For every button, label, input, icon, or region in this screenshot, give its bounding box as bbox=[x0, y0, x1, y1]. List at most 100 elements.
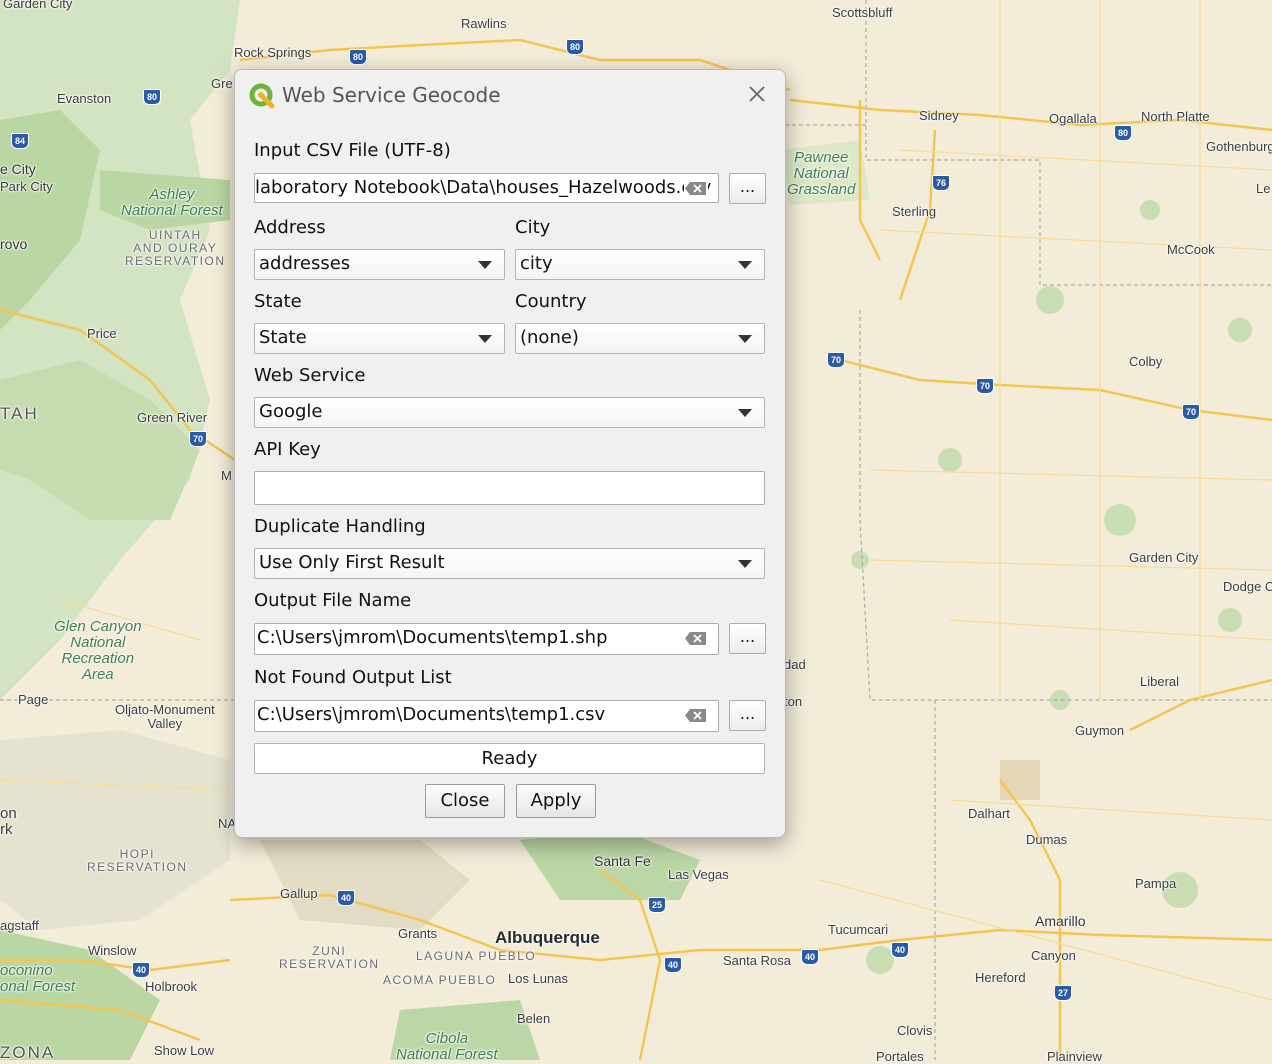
map-label: Dalhart bbox=[968, 806, 1010, 821]
country-label: Country bbox=[515, 291, 587, 312]
interstate-shield: 70 bbox=[827, 352, 845, 368]
qgis-logo-icon bbox=[249, 83, 275, 109]
map-label: Tucumcari bbox=[828, 922, 889, 937]
interstate-shield: 80 bbox=[1114, 125, 1132, 141]
close-button[interactable]: Close bbox=[425, 784, 505, 818]
map-label: Santa Rosa bbox=[723, 953, 791, 968]
map-label: ZUNI RESERVATION bbox=[279, 944, 380, 971]
map-label: Gothenburg bbox=[1206, 139, 1272, 154]
interstate-shield: 40 bbox=[132, 962, 150, 978]
input-csv-field[interactable]: laboratory Notebook\Data\houses_Hazelwoo… bbox=[254, 173, 719, 203]
dialog-title: Web Service Geocode bbox=[282, 83, 501, 107]
map-label: Pampa bbox=[1135, 876, 1177, 891]
interstate-shield: 40 bbox=[664, 957, 682, 973]
interstate-shield: 70 bbox=[1182, 404, 1200, 420]
city-select-value: city bbox=[520, 253, 553, 274]
address-label: Address bbox=[254, 217, 326, 238]
map-label: Garden City bbox=[1129, 550, 1199, 565]
map-label: agstaff bbox=[0, 918, 39, 933]
map-label: Hereford bbox=[975, 970, 1026, 985]
map-label: Gallup bbox=[280, 886, 318, 901]
map-label: Holbrook bbox=[145, 979, 198, 994]
map-label: Los Lunas bbox=[508, 971, 568, 986]
interstate-shield: 76 bbox=[932, 175, 950, 191]
map-label: Canyon bbox=[1031, 948, 1076, 963]
duplicate-handling-value: Use Only First Result bbox=[259, 552, 445, 573]
map-label: Glen Canyon National Recreation Area bbox=[54, 618, 142, 683]
duplicate-handling-select[interactable]: Use Only First Result bbox=[254, 548, 765, 579]
map-label: Evanston bbox=[57, 91, 112, 106]
api-key-label: API Key bbox=[254, 439, 321, 460]
map-label: Guymon bbox=[1075, 723, 1125, 738]
map-label: Liberal bbox=[1140, 674, 1180, 689]
interstate-shield: 40 bbox=[891, 942, 909, 958]
map-label: Ogallala bbox=[1049, 111, 1097, 126]
map-label: Oljato-Monument Valley bbox=[115, 702, 215, 731]
country-select-value: (none) bbox=[520, 327, 579, 348]
web-service-select[interactable]: Google bbox=[254, 397, 765, 428]
map-label: Le bbox=[1256, 181, 1271, 196]
browse-not-found-button[interactable]: ... bbox=[729, 700, 766, 731]
status-progress-bar: Ready bbox=[254, 743, 765, 774]
dialog-titlebar[interactable]: Web Service Geocode bbox=[235, 70, 785, 120]
map-label: Plainview bbox=[1047, 1049, 1102, 1064]
map-label: ACOMA PUEBLO bbox=[383, 973, 497, 987]
chevron-down-icon bbox=[738, 560, 752, 568]
country-select[interactable]: (none) bbox=[515, 323, 765, 354]
address-select[interactable]: addresses bbox=[254, 249, 505, 280]
map-label: oconino onal Forest bbox=[0, 962, 76, 995]
interstate-shield: 27 bbox=[1054, 985, 1072, 1001]
address-select-value: addresses bbox=[259, 253, 351, 274]
clear-input-icon[interactable] bbox=[684, 708, 708, 723]
web-service-label: Web Service bbox=[254, 365, 366, 386]
map-label: Belen bbox=[517, 1011, 551, 1026]
map-label: Show Low bbox=[154, 1043, 214, 1058]
output-file-label: Output File Name bbox=[254, 590, 412, 611]
chevron-down-icon bbox=[738, 409, 752, 417]
chevron-down-icon bbox=[478, 261, 492, 269]
not-found-label: Not Found Output List bbox=[254, 667, 452, 688]
duplicate-handling-label: Duplicate Handling bbox=[254, 516, 426, 537]
input-csv-label: Input CSV File (UTF-8) bbox=[254, 140, 451, 161]
state-select-value: State bbox=[259, 327, 307, 348]
city-label: City bbox=[515, 217, 551, 238]
map-label: Page bbox=[18, 692, 49, 707]
map-label: Cibola National Forest bbox=[396, 1030, 498, 1063]
interstate-shield: 25 bbox=[648, 897, 666, 913]
map-label: dad bbox=[784, 657, 806, 672]
map-label: rovo bbox=[0, 236, 28, 252]
geocode-dialog: Web Service Geocode Input CSV File (UTF-… bbox=[234, 69, 786, 838]
api-key-input[interactable] bbox=[254, 471, 765, 505]
interstate-shield: 80 bbox=[349, 49, 367, 65]
map-label: ZONA bbox=[0, 1043, 56, 1062]
map-label: M bbox=[221, 468, 232, 483]
map-label: Colby bbox=[1129, 354, 1163, 369]
interstate-shield: 40 bbox=[337, 890, 355, 906]
browse-output-file-button[interactable]: ... bbox=[729, 623, 766, 654]
map-label: Grants bbox=[398, 926, 438, 941]
chevron-down-icon bbox=[738, 261, 752, 269]
map-label: Portales bbox=[876, 1049, 924, 1064]
map-label: Amarillo bbox=[1035, 913, 1086, 929]
map-label: Sterling bbox=[892, 204, 937, 219]
map-label: HOPI RESERVATION bbox=[87, 847, 188, 874]
not-found-field[interactable]: C:\Users\jmrom\Documents\temp1.csv bbox=[254, 700, 719, 732]
city-select[interactable]: city bbox=[515, 249, 765, 280]
chevron-down-icon bbox=[478, 335, 492, 343]
map-label: McCook bbox=[1167, 242, 1215, 257]
browse-input-csv-button[interactable]: ... bbox=[729, 173, 766, 204]
state-select[interactable]: State bbox=[254, 323, 505, 354]
map-label: Green River bbox=[137, 410, 208, 425]
interstate-shield: 84 bbox=[11, 133, 29, 149]
map-label: UINTAH AND OURAY RESERVATION bbox=[125, 228, 226, 268]
close-icon[interactable] bbox=[745, 82, 769, 106]
output-file-field[interactable]: C:\Users\jmrom\Documents\temp1.shp bbox=[254, 623, 719, 655]
apply-button[interactable]: Apply bbox=[516, 784, 596, 818]
not-found-value: C:\Users\jmrom\Documents\temp1.csv bbox=[257, 704, 606, 725]
map-label: Park City bbox=[0, 179, 53, 194]
map-label: Las Vegas bbox=[668, 867, 729, 882]
clear-input-icon[interactable] bbox=[684, 181, 708, 196]
map-label: North Platte bbox=[1141, 109, 1210, 124]
map-label: Pawnee National Grassland bbox=[787, 149, 856, 198]
clear-input-icon[interactable] bbox=[684, 631, 708, 646]
